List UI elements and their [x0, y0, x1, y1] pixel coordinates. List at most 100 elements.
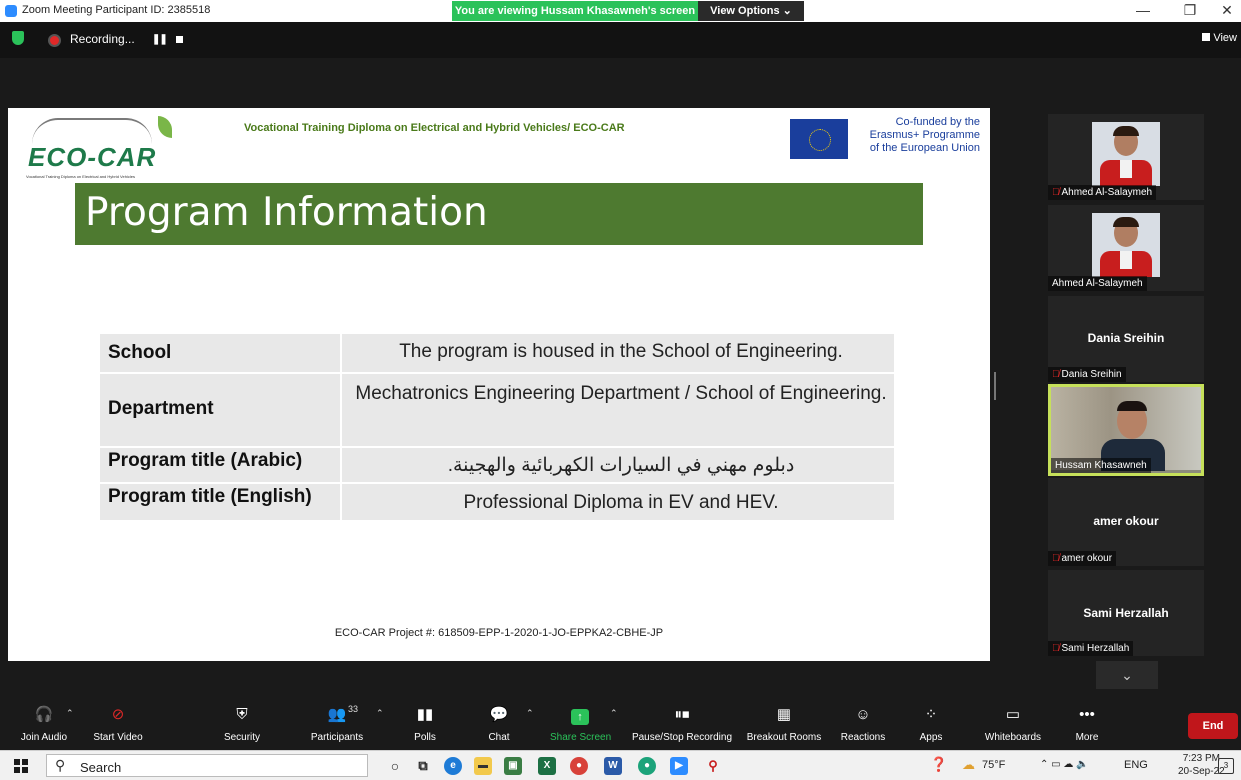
whiteboards-button[interactable]: ▭ Whiteboards — [978, 700, 1048, 750]
pause-stop-label: Pause/Stop Recording — [631, 732, 733, 743]
photo-collar — [1120, 160, 1132, 178]
table-row: School The program is housed in the Scho… — [100, 334, 894, 374]
more-dots-icon: ••• — [1079, 706, 1095, 723]
excel-icon[interactable]: X — [538, 757, 556, 775]
search-icon: ⚲ — [55, 757, 66, 773]
task-view-icon[interactable]: ⧉ — [414, 757, 432, 775]
view-button[interactable]: View — [1202, 32, 1237, 44]
gallery-resize-handle[interactable] — [994, 372, 996, 400]
chevron-up-icon[interactable]: ⌃ — [376, 708, 384, 719]
shield-icon: ⛨ — [236, 706, 248, 723]
participants-label: Participants — [310, 732, 364, 743]
slide-header: Vocational Training Diploma on Electrica… — [244, 122, 625, 134]
pause-stop-recording-button[interactable]: ⏸⏹ Pause/Stop Recording — [630, 700, 734, 750]
restore-button[interactable]: ❐ — [1175, 2, 1205, 19]
share-screen-button[interactable]: ↑ ⌃ Share Screen — [550, 700, 618, 750]
participant-tile[interactable]: Ahmed Al-Salaymeh — [1048, 205, 1204, 291]
share-arrow-icon: ↑ — [571, 709, 589, 725]
logo-word: ECO-CAR — [28, 142, 157, 172]
participant-name-tag: 🎙̸ Sami Herzallah — [1048, 641, 1134, 656]
active-speaker-tile[interactable]: Hussam Khasawneh — [1048, 384, 1204, 476]
chevron-down-icon[interactable]: ⌄ — [1096, 661, 1158, 689]
stop-recording-button[interactable] — [176, 36, 183, 43]
participant-center-name: Dania Sreihin — [1087, 331, 1165, 345]
participant-name-tag: Hussam Khasawneh — [1051, 458, 1151, 473]
close-button[interactable]: ✕ — [1212, 2, 1241, 19]
reactions-button[interactable]: ☺ Reactions — [838, 700, 888, 750]
poll-chart-icon: ▮▮ — [416, 706, 434, 723]
more-button[interactable]: ••• More — [1064, 700, 1110, 750]
chevron-up-icon[interactable]: ⌃ — [66, 708, 74, 719]
tray-icons[interactable]: ⌃ ▭ ☁ 🔈 — [1040, 759, 1089, 770]
minimize-button[interactable]: — — [1128, 2, 1158, 18]
row-label: Program title (English) — [108, 486, 312, 507]
cortana-icon[interactable]: ○ — [386, 757, 404, 775]
security-button[interactable]: ⛨ Security — [212, 700, 272, 750]
windows-taskbar: ⚲ Search ○ ⧉ e ▬ ▣ X ● W ● ▶ ⚲ ❓ ☁ 75°F … — [0, 750, 1241, 780]
participant-name: Ahmed Al-Salaymeh — [1061, 187, 1153, 198]
file-explorer-icon[interactable]: ▬ — [474, 757, 492, 775]
column-divider — [340, 484, 342, 520]
pause-recording-button[interactable]: ❚❚ — [152, 34, 168, 45]
word-icon[interactable]: W — [604, 757, 622, 775]
notification-center-icon[interactable]: 3 — [1218, 758, 1234, 774]
participant-center-name: Sami Herzallah — [1083, 606, 1169, 620]
chat-button[interactable]: 💬 ⌃ Chat — [474, 700, 533, 750]
eu-line1: Co-funded by the — [895, 116, 980, 128]
view-options-button[interactable]: View Options ⌄ — [698, 1, 804, 21]
end-meeting-button[interactable]: End — [1188, 713, 1238, 739]
weather-icon[interactable]: ☁ — [962, 757, 975, 773]
window-titlebar: Zoom Meeting Participant ID: 2385518 You… — [0, 0, 1241, 22]
participant-name-tag: Ahmed Al-Salaymeh — [1048, 276, 1147, 291]
participant-tile[interactable]: 🎙̸ Ahmed Al-Salaymeh — [1048, 114, 1204, 200]
chrome-icon[interactable]: ● — [570, 757, 588, 775]
chevron-up-icon[interactable]: ⌃ — [610, 708, 618, 719]
recording-dot-icon — [48, 34, 61, 47]
eu-flag-icon — [790, 119, 848, 159]
eco-car-logo: ECO-CAR Vocational Training Diploma on E… — [22, 116, 182, 179]
store-icon[interactable]: ▣ — [504, 757, 522, 775]
table-row: Program title (Arabic) دبلوم مهني في الس… — [100, 448, 894, 484]
start-video-label: Start Video — [93, 732, 143, 743]
participant-tile[interactable]: Sami Herzallah 🎙̸ Sami Herzallah — [1048, 570, 1204, 656]
participant-name: Dania Sreihin — [1061, 369, 1122, 380]
zoom-app-icon[interactable]: ▶ — [670, 757, 688, 775]
join-audio-button[interactable]: 🎧 ⌃ Join Audio — [14, 700, 74, 750]
polls-button[interactable]: ▮▮ Polls — [400, 700, 450, 750]
help-icon[interactable]: ❓ — [930, 756, 947, 773]
eu-cofunded-text: Co-funded by the Erasmus+ Programme of t… — [858, 116, 980, 155]
chrome-profile-icon[interactable]: ● — [638, 757, 656, 775]
slide-title: Program Information — [85, 190, 488, 235]
participant-name-tag: 🎙̸ amer okour — [1048, 551, 1117, 566]
muted-mic-icon: 🎙̸ — [1052, 553, 1060, 564]
share-screen-label: Share Screen — [550, 732, 612, 743]
participant-tile[interactable]: Dania Sreihin 🎙̸ Dania Sreihin — [1048, 296, 1204, 382]
view-grid-icon — [1202, 33, 1211, 41]
people-icon: 👥 — [327, 706, 347, 723]
taskbar-search-box[interactable]: ⚲ Search — [46, 754, 368, 777]
meeting-toolbar: 🎧 ⌃ Join Audio ⊘ Start Video ⛨ Security … — [0, 700, 1241, 750]
participant-center-name: amer okour — [1093, 514, 1159, 528]
edge-browser-icon[interactable]: e — [444, 757, 462, 775]
apps-button[interactable]: ⁘ Apps — [908, 700, 954, 750]
program-info-table: School The program is housed in the Scho… — [100, 334, 894, 522]
row-value: The program is housed in the School of E… — [399, 341, 843, 362]
chat-label: Chat — [488, 732, 510, 743]
start-video-button[interactable]: ⊘ Start Video — [88, 700, 148, 750]
breakout-rooms-button[interactable]: ▦ Breakout Rooms — [746, 700, 822, 750]
eu-stars-icon — [809, 129, 831, 151]
chevron-up-icon[interactable]: ⌃ — [526, 708, 534, 719]
more-label: More — [1075, 732, 1099, 743]
car-outline-icon — [32, 118, 152, 144]
pin-app-icon[interactable]: ⚲ — [704, 757, 722, 775]
leaf-icon — [158, 116, 172, 138]
breakout-label: Breakout Rooms — [746, 732, 822, 743]
shared-screen-slide: ECO-CAR Vocational Training Diploma on E… — [8, 108, 990, 661]
windows-start-icon[interactable] — [14, 759, 28, 773]
participants-button[interactable]: 👥 33 ⌃ Participants — [302, 700, 384, 750]
participant-tile[interactable]: amer okour 🎙̸ amer okour — [1048, 478, 1204, 566]
recording-bar: Recording... ❚❚ View — [0, 22, 1241, 58]
temperature-text[interactable]: 75°F — [982, 759, 1005, 771]
taskbar-search-placeholder: Search — [80, 760, 122, 775]
language-indicator[interactable]: ENG — [1124, 759, 1148, 771]
